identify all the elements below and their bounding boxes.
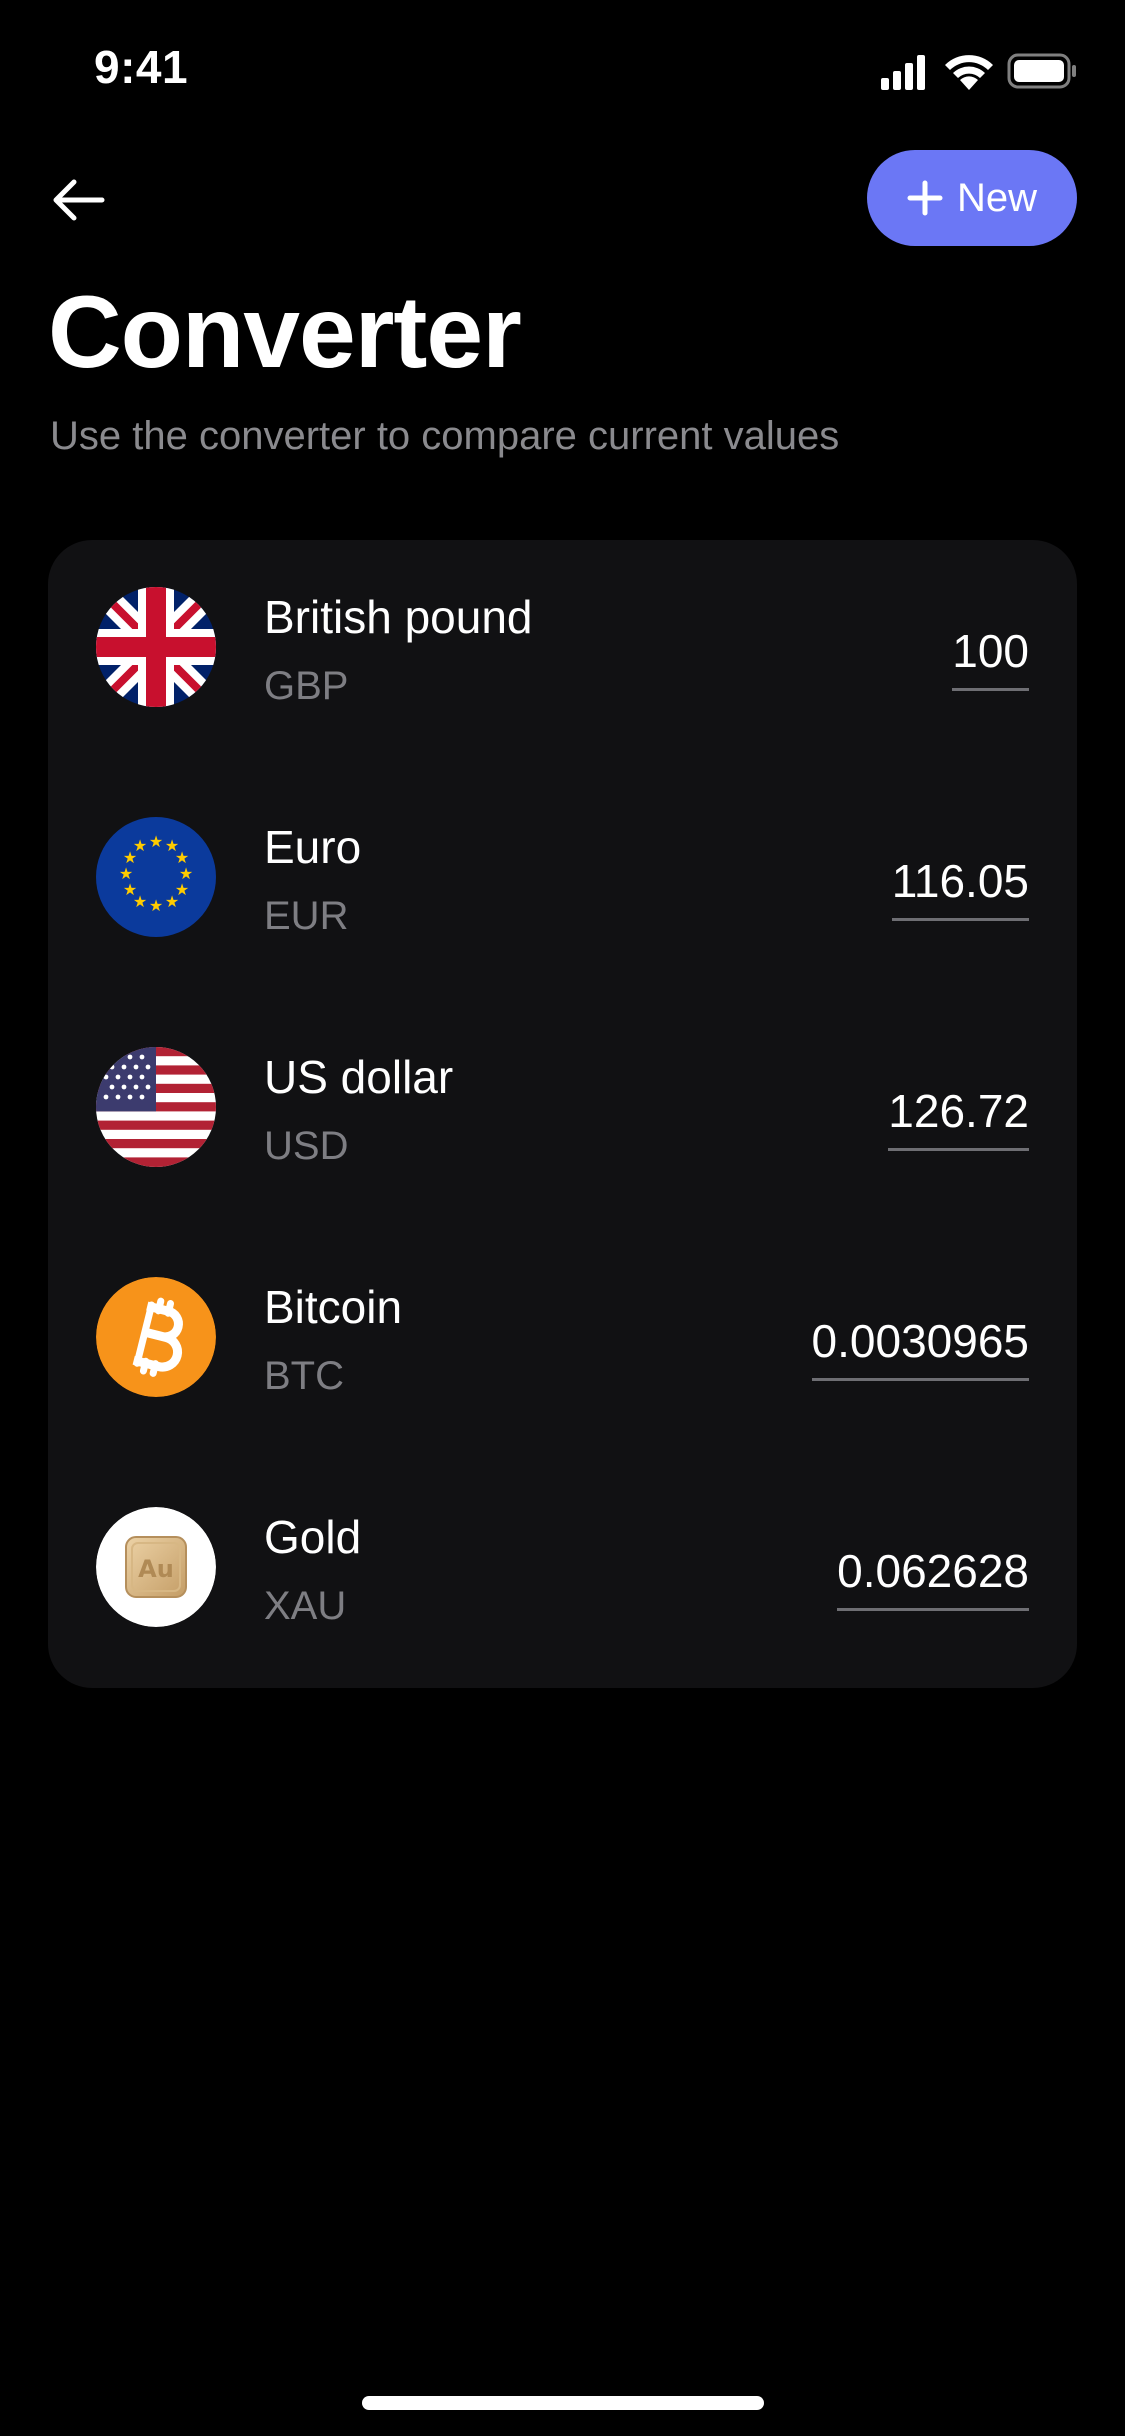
currency-row-usd[interactable]: US dollar USD 126.72 (48, 1000, 1077, 1230)
wifi-icon (945, 55, 993, 90)
svg-text:★: ★ (149, 896, 163, 915)
gold-bar-icon: Au (96, 1507, 216, 1627)
page-subtitle: Use the converter to compare current val… (50, 414, 840, 458)
currency-name: US dollar (264, 1051, 454, 1103)
status-time: 9:41 (94, 41, 189, 93)
uk-flag-icon (96, 587, 216, 707)
amount-input[interactable]: 126.72 (888, 1084, 1029, 1151)
currency-row-xau[interactable]: Au Gold XAU 0.062628 (48, 1460, 1077, 1690)
gold-symbol-text: Au (138, 1555, 174, 1583)
amount-input[interactable]: 0.062628 (837, 1544, 1029, 1611)
svg-text:★: ★ (165, 892, 179, 911)
currency-row-gbp[interactable]: British pound GBP 100 (48, 540, 1077, 770)
svg-text:★: ★ (149, 832, 163, 851)
currency-name: Bitcoin (264, 1281, 403, 1333)
svg-text:★: ★ (133, 836, 147, 855)
currency-list: British pound GBP 100 ★ ★ ★ ★ ★ ★ ★ ★ ★ ★ ★ ★ Eu… (48, 540, 1077, 1688)
new-button-label: New (956, 175, 1038, 220)
new-button[interactable]: New (867, 150, 1077, 246)
home-indicator (362, 2396, 764, 2410)
amount-input[interactable]: 100 (952, 624, 1029, 691)
us-flag-icon (96, 1047, 216, 1167)
amount-input[interactable]: 0.0030965 (811, 1314, 1029, 1381)
currency-name: Euro (264, 821, 362, 873)
currency-name: Gold (264, 1511, 362, 1563)
bitcoin-icon (96, 1277, 216, 1397)
back-button[interactable] (46, 168, 110, 232)
currency-code: USD (264, 1124, 349, 1168)
currency-code: XAU (264, 1584, 347, 1628)
status-icons (881, 53, 1076, 90)
back-arrow-icon (53, 179, 105, 221)
currency-code: GBP (264, 664, 349, 708)
plus-icon (907, 180, 943, 216)
page-title: Converter (48, 275, 522, 389)
cellular-signal-icon (881, 55, 925, 90)
currency-row-btc[interactable]: Bitcoin BTC 0.0030965 (48, 1230, 1077, 1460)
eu-flag-icon: ★ ★ ★ ★ ★ ★ ★ ★ ★ ★ ★ ★ (96, 817, 216, 937)
currency-name: British pound (264, 591, 533, 643)
currency-row-eur[interactable]: ★ ★ ★ ★ ★ ★ ★ ★ ★ ★ ★ ★ Euro EUR 116.05 (48, 770, 1077, 1000)
amount-input[interactable]: 116.05 (891, 854, 1029, 921)
battery-icon (1007, 53, 1076, 89)
currency-code: EUR (264, 894, 349, 938)
currency-code: BTC (264, 1354, 344, 1398)
